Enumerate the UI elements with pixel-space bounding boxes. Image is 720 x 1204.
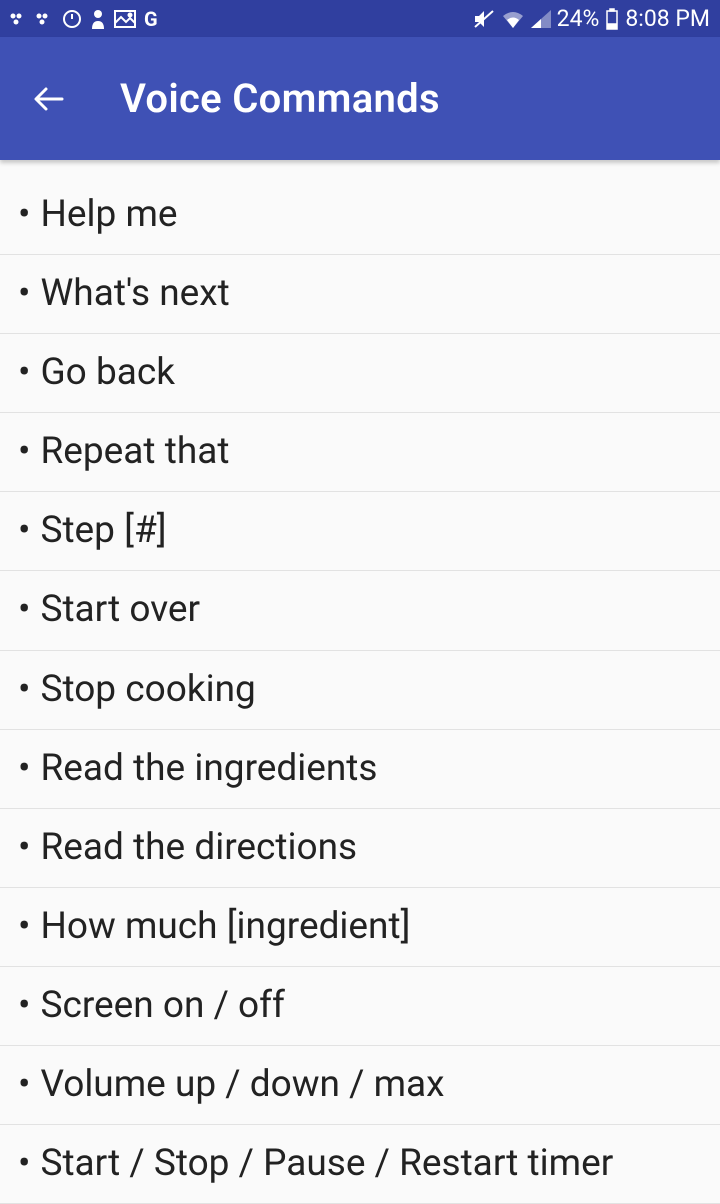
- wifi-icon: [501, 10, 525, 28]
- mute-icon: [473, 9, 495, 29]
- signal-icon: [531, 10, 551, 28]
- list-item: • Go back: [0, 334, 720, 413]
- back-button[interactable]: [20, 69, 80, 129]
- clock-time: 8:08 PM: [625, 5, 710, 32]
- battery-percent: 24%: [557, 5, 600, 32]
- command-text: Step [#]: [40, 507, 702, 555]
- list-item: • How much [ingredient]: [0, 888, 720, 967]
- command-text: How much [ingredient]: [40, 903, 702, 951]
- command-text: Help me: [40, 191, 702, 239]
- bullet-icon: •: [18, 903, 30, 951]
- notification-dots-icon: [10, 12, 28, 26]
- page-title: Voice Commands: [120, 75, 440, 122]
- list-item: • Stop cooking: [0, 651, 720, 730]
- commands-list: • Help me • What's next • Go back • Repe…: [0, 160, 720, 1204]
- power-icon: [62, 9, 82, 29]
- google-g-icon: G: [144, 7, 158, 31]
- bullet-icon: •: [18, 349, 30, 397]
- command-text: Start over: [40, 586, 702, 634]
- command-text: What's next: [40, 270, 702, 318]
- list-item: • What's next: [0, 255, 720, 334]
- picture-icon: [114, 10, 136, 28]
- bullet-icon: •: [18, 824, 30, 872]
- status-bar: G 24% 8:08 PM: [0, 0, 720, 37]
- arrow-left-icon: [30, 79, 70, 119]
- bullet-icon: •: [18, 982, 30, 1030]
- list-item: • Help me: [0, 172, 720, 255]
- command-text: Repeat that: [40, 428, 702, 476]
- command-text: Stop cooking: [40, 666, 702, 714]
- battery-icon: [605, 8, 619, 30]
- notification-dots-icon-2: [36, 12, 54, 26]
- person-icon: [90, 9, 106, 29]
- list-item: • Repeat that: [0, 413, 720, 492]
- list-item: • Volume up / down / max: [0, 1046, 720, 1125]
- bullet-icon: •: [18, 507, 30, 555]
- status-right: 24% 8:08 PM: [473, 5, 710, 32]
- command-text: Volume up / down / max: [40, 1061, 702, 1109]
- bullet-icon: •: [18, 1140, 30, 1188]
- command-text: Read the directions: [40, 824, 702, 872]
- bullet-icon: •: [18, 666, 30, 714]
- list-item: • Screen on / off: [0, 967, 720, 1046]
- command-text: Screen on / off: [40, 982, 702, 1030]
- bullet-icon: •: [18, 191, 30, 239]
- app-bar: Voice Commands: [0, 37, 720, 160]
- bullet-icon: •: [18, 270, 30, 318]
- list-item: • Read the directions: [0, 809, 720, 888]
- bullet-icon: •: [18, 428, 30, 476]
- command-text: Go back: [40, 349, 702, 397]
- bullet-icon: •: [18, 745, 30, 793]
- bullet-icon: •: [18, 1061, 30, 1109]
- command-text: Read the ingredients: [40, 745, 702, 793]
- status-left-icons: G: [10, 7, 158, 31]
- bullet-icon: •: [18, 586, 30, 634]
- list-item: • Start over: [0, 571, 720, 650]
- list-item: • Step [#]: [0, 492, 720, 571]
- command-text: Start / Stop / Pause / Restart timer: [40, 1140, 702, 1188]
- list-item: • Start / Stop / Pause / Restart timer: [0, 1125, 720, 1204]
- list-item: • Read the ingredients: [0, 730, 720, 809]
